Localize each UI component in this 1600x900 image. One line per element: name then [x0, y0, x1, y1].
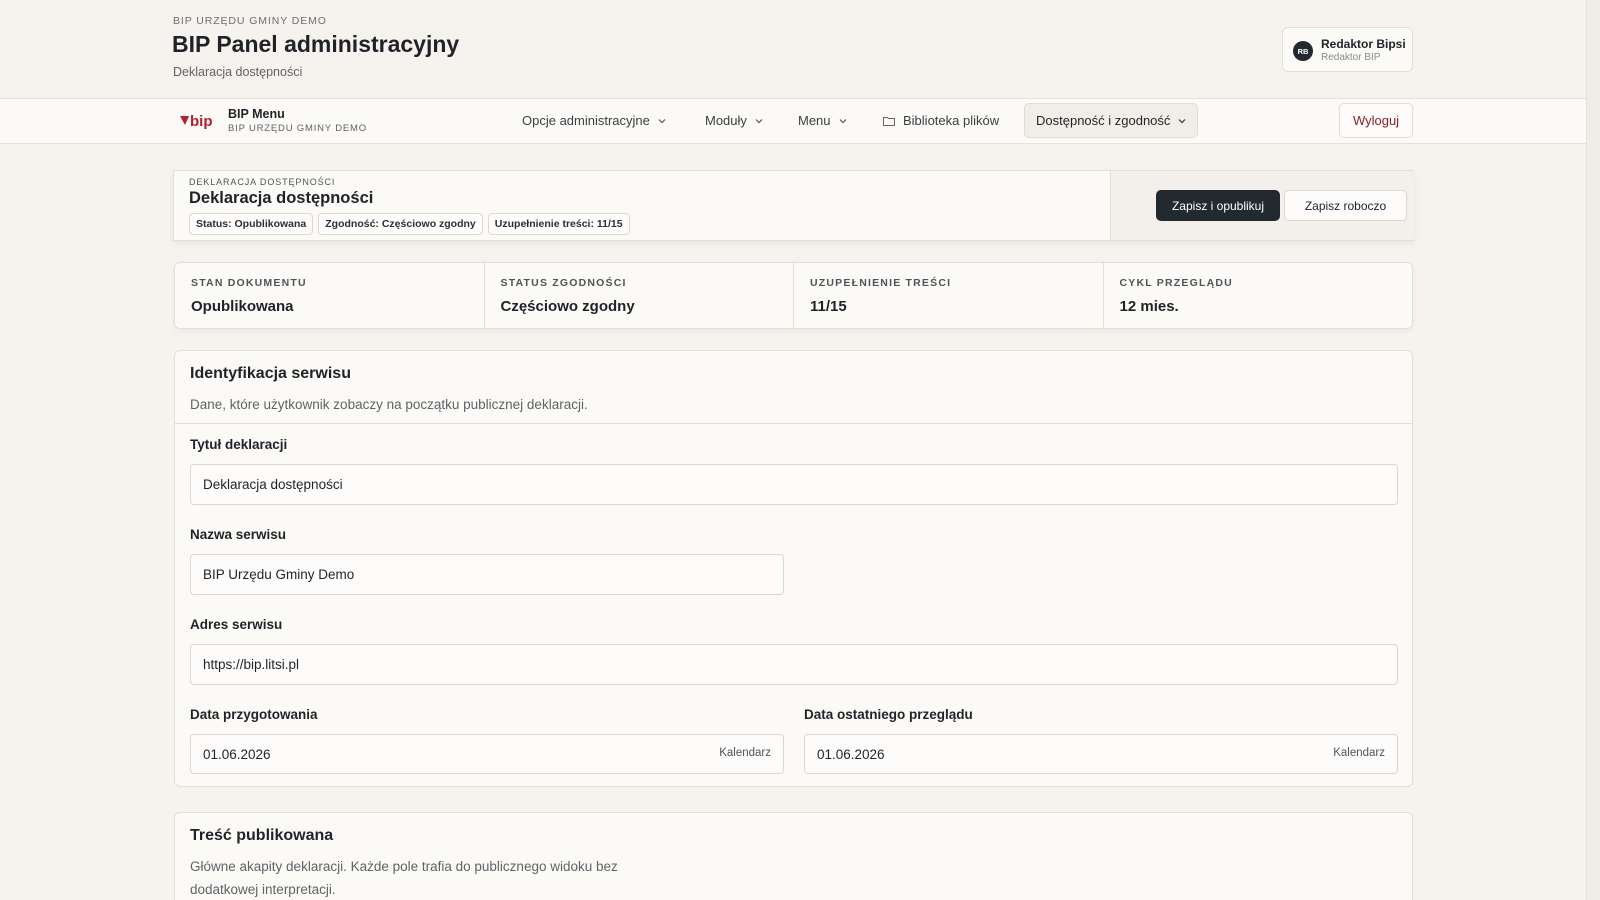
nav-file-library-label: Biblioteka plików	[903, 113, 1000, 128]
chevron-down-icon	[839, 118, 846, 123]
avatar: RB	[1293, 41, 1313, 61]
section-description-line: Główne akapity deklaracji. Każde pole tr…	[190, 859, 618, 874]
folder-icon	[883, 116, 895, 126]
review-date-input[interactable]: 01.06.2026 Kalendarz	[804, 734, 1398, 774]
nav-modules-label: Moduły	[705, 113, 747, 128]
stat-value: 12 mies.	[1119, 298, 1179, 315]
section-title: Treść publikowana	[190, 827, 334, 844]
prep-date-label: Data przygotowania	[190, 707, 318, 722]
bip-logo-icon[interactable]: bip	[180, 112, 220, 130]
section-description-line: dodatkowej interpretacji.	[190, 882, 336, 897]
prep-date-input[interactable]: 01.06.2026 Kalendarz	[190, 734, 784, 774]
nav-menu[interactable]: Menu	[787, 103, 858, 138]
stat-compliance-status: STATUS ZGODNOŚCI Częściowo zgodny	[485, 263, 794, 328]
document-title: Deklaracja dostępności	[189, 189, 374, 207]
service-name-value: BIP Urzędu Gminy Demo	[203, 567, 355, 582]
document-stats: STAN DOKUMENTU Opublikowana STATUS ZGODN…	[174, 262, 1413, 329]
save-publish-button[interactable]: Zapisz i opublikuj	[1156, 190, 1280, 221]
nav-accessibility-label: Dostępność i zgodność	[1036, 113, 1171, 128]
review-date-value: 01.06.2026	[817, 746, 885, 762]
prep-date-value: 01.06.2026	[203, 746, 271, 762]
document-actions: Zapisz i opublikuj Zapisz roboczo	[1110, 171, 1414, 240]
chevron-down-icon	[658, 118, 666, 123]
document-header-card: DEKLARACJA DOSTĘPNOŚCI Deklaracja dostęp…	[173, 170, 1414, 241]
service-name-label: Nazwa serwisu	[190, 527, 287, 542]
service-name-input[interactable]: BIP Urzędu Gminy Demo	[190, 554, 784, 595]
identification-section: Identyfikacja serwisu Dane, które użytko…	[174, 350, 1413, 787]
stat-value: Opublikowana	[191, 298, 294, 315]
status-chips: Status: Opublikowana Zgodność: Częściowo…	[189, 213, 630, 235]
chevron-down-icon	[1178, 118, 1186, 123]
top-header: BIP URZĘDU GMINY DEMO BIP Panel administ…	[0, 0, 1586, 98]
user-menu[interactable]: RB Redaktor Bipsi Redaktor BIP	[1282, 27, 1413, 72]
stat-label: STAN DOKUMENTU	[191, 277, 307, 289]
declaration-title-input[interactable]: Deklaracja dostępności	[190, 464, 1398, 505]
declaration-title-label: Tytuł deklaracji	[190, 437, 288, 452]
stat-label: UZUPEŁNIENIE TREŚCI	[810, 277, 952, 289]
save-draft-button[interactable]: Zapisz roboczo	[1284, 190, 1407, 221]
compliance-badge: Zgodność: Częściowo zgodny	[318, 213, 483, 235]
nav-modules[interactable]: Moduły	[694, 103, 774, 138]
section-description: Dane, które użytkownik zobaczy na począt…	[190, 397, 588, 412]
user-name: Redaktor Bipsi	[1321, 37, 1406, 51]
service-url-label: Adres serwisu	[190, 617, 283, 632]
brand-title: BIP Menu	[228, 107, 285, 121]
stat-label: CYKL PRZEGLĄDU	[1119, 277, 1233, 289]
completion-badge: Uzupełnienie treści: 11/15	[487, 213, 630, 235]
review-date-calendar-button[interactable]: Kalendarz	[1333, 747, 1385, 759]
app-title: BIP Panel administracyjny	[172, 31, 460, 57]
page-scrollbar[interactable]	[1586, 0, 1600, 900]
svg-text:bip: bip	[190, 113, 213, 130]
user-role: Redaktor BIP	[1321, 52, 1381, 63]
nav-accessibility[interactable]: Dostępność i zgodność	[1024, 103, 1199, 138]
chevron-down-icon	[755, 118, 763, 123]
stat-review-cycle: CYKL PRZEGLĄDU 12 mies.	[1104, 263, 1413, 328]
stat-content-completion: UZUPEŁNIENIE TREŚCI 11/15	[794, 263, 1104, 328]
nav-admin-options[interactable]: Opcje administracyjne	[511, 103, 677, 138]
stat-value: 11/15	[810, 298, 847, 315]
stat-label: STATUS ZGODNOŚCI	[500, 277, 627, 289]
logout-button[interactable]: Wyloguj	[1339, 103, 1413, 138]
declaration-title-value: Deklaracja dostępności	[203, 477, 343, 492]
main-navbar: bip BIP Menu BIP URZĘDU GMINY DEMO Opcje…	[0, 98, 1586, 144]
stat-value: Częściowo zgodny	[500, 298, 635, 315]
app-subtitle: Deklaracja dostępności	[173, 65, 303, 79]
stat-document-state: STAN DOKUMENTU Opublikowana	[175, 263, 485, 328]
published-content-section: Treść publikowana Główne akapity deklara…	[174, 812, 1413, 900]
status-badge: Status: Opublikowana	[189, 213, 314, 235]
service-url-value: https://bip.litsi.pl	[203, 657, 300, 672]
brand-subtitle: BIP URZĘDU GMINY DEMO	[228, 123, 367, 134]
service-url-input[interactable]: https://bip.litsi.pl	[190, 644, 1398, 685]
nav-menu-label: Menu	[798, 113, 831, 128]
document-eyebrow: DEKLARACJA DOSTĘPNOŚCI	[189, 177, 336, 187]
org-eyebrow: BIP URZĘDU GMINY DEMO	[173, 15, 327, 27]
section-header: Identyfikacja serwisu Dane, które użytko…	[175, 351, 1412, 424]
nav-file-library[interactable]: Biblioteka plików	[872, 103, 1010, 138]
nav-admin-options-label: Opcje administracyjne	[522, 113, 650, 128]
prep-date-calendar-button[interactable]: Kalendarz	[719, 747, 771, 759]
section-description: Główne akapity deklaracji. Każde pole tr…	[190, 855, 618, 900]
section-title: Identyfikacja serwisu	[190, 365, 351, 382]
review-date-label: Data ostatniego przeglądu	[804, 707, 973, 722]
